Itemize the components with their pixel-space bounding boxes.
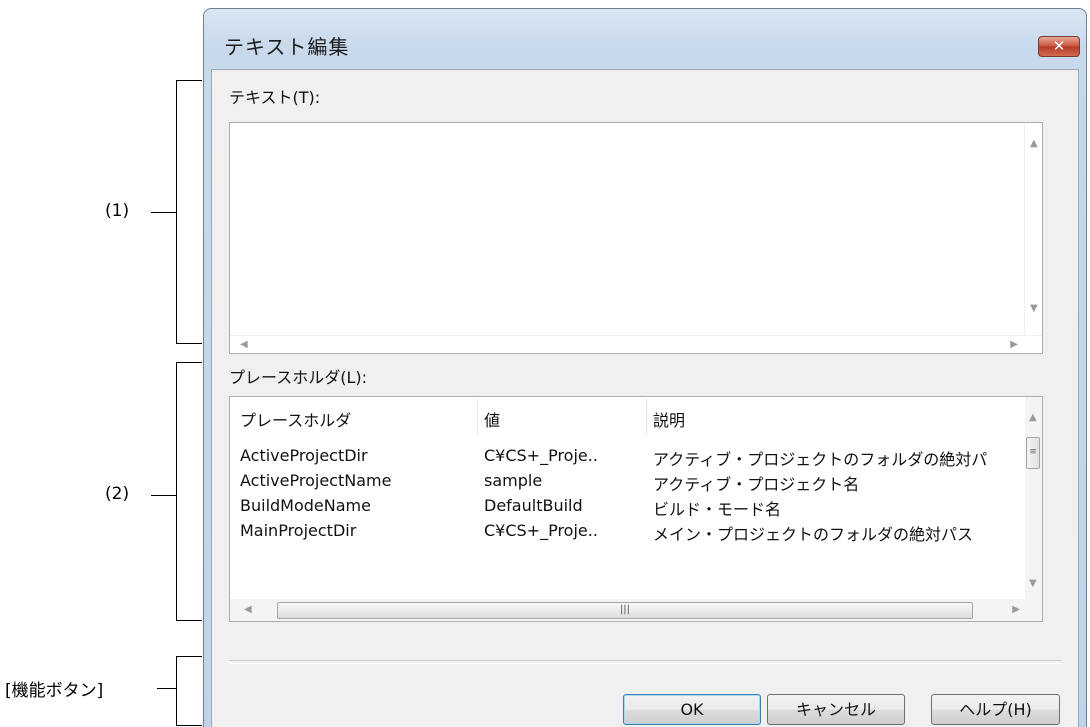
list-item[interactable]: MainProjectDir C¥CS+_Proje.. メイン・プロジェクトの… bbox=[230, 518, 1025, 544]
cell-description: メイン・プロジェクトのフォルダの絶対パス bbox=[653, 525, 974, 544]
cell-placeholder: BuildModeName bbox=[240, 496, 371, 515]
button-separator bbox=[229, 660, 1061, 664]
cell-value: C¥CS+_Proje.. bbox=[484, 446, 598, 465]
scroll-left-icon[interactable]: ◀ bbox=[244, 605, 252, 615]
ok-button[interactable]: OK bbox=[623, 694, 761, 725]
annotation-tick-3 bbox=[157, 688, 177, 689]
text-label: テキスト(T): bbox=[229, 88, 321, 107]
text-input[interactable]: ▲ ▼ ◀ ▶ bbox=[229, 122, 1043, 354]
text-horizontal-scrollbar[interactable]: ◀ ▶ bbox=[230, 335, 1042, 353]
annotation-bracket-1-bottom bbox=[176, 343, 202, 344]
cell-description: ビルド・モード名 bbox=[653, 500, 782, 519]
cell-description: アクティブ・プロジェクト名 bbox=[653, 475, 860, 494]
scroll-left-icon[interactable]: ◀ bbox=[240, 340, 248, 350]
dialog-title: テキスト編集 bbox=[224, 35, 350, 59]
cell-placeholder: ActiveProjectName bbox=[240, 471, 392, 490]
annotation-tick-2 bbox=[151, 495, 177, 496]
scroll-up-icon[interactable]: ▲ bbox=[1029, 413, 1037, 423]
close-button[interactable]: ✕ bbox=[1038, 36, 1080, 57]
help-button[interactable]: ヘルプ(H) bbox=[931, 694, 1060, 725]
list-item[interactable]: ActiveProjectName sample アクティブ・プロジェクト名 bbox=[230, 468, 1025, 494]
column-header-value[interactable]: 値 bbox=[484, 407, 500, 431]
column-divider[interactable] bbox=[646, 399, 647, 435]
scroll-down-icon[interactable]: ▼ bbox=[1030, 304, 1038, 314]
text-edit-dialog: テキスト編集 ✕ テキスト(T): ▲ ▼ ◀ ▶ プレースホルダ(L): プレ… bbox=[203, 8, 1087, 727]
scroll-up-icon[interactable]: ▲ bbox=[1030, 139, 1038, 149]
list-vertical-scrollbar[interactable]: ▲ ≡ ▼ bbox=[1025, 397, 1042, 599]
scroll-right-icon[interactable]: ▶ bbox=[1010, 340, 1018, 350]
scroll-down-icon[interactable]: ▼ bbox=[1029, 579, 1037, 589]
cell-value: DefaultBuild bbox=[484, 496, 583, 515]
close-icon: ✕ bbox=[1052, 37, 1066, 55]
cell-description: アクティブ・プロジェクトのフォルダの絶対パ bbox=[653, 450, 988, 469]
placeholder-list[interactable]: プレースホルダ 値 説明 ActiveProjectDir C¥CS+_Proj… bbox=[229, 396, 1043, 622]
column-header-placeholder[interactable]: プレースホルダ bbox=[240, 407, 351, 431]
list-item[interactable]: BuildModeName DefaultBuild ビルド・モード名 bbox=[230, 493, 1025, 519]
column-header-description[interactable]: 説明 bbox=[653, 407, 685, 431]
annotation-bracket-2-top bbox=[176, 362, 202, 363]
annotation-bracket-2 bbox=[176, 362, 177, 621]
column-divider[interactable] bbox=[477, 399, 478, 435]
horizontal-scroll-thumb[interactable]: ||| bbox=[277, 602, 973, 619]
cell-value: sample bbox=[484, 471, 543, 490]
annotation-bracket-1 bbox=[176, 80, 177, 344]
annotation-label-2: (2) bbox=[105, 484, 130, 504]
annotation-bracket-3 bbox=[176, 656, 177, 726]
annotation-bracket-2-bottom bbox=[176, 620, 202, 621]
cell-placeholder: MainProjectDir bbox=[240, 521, 357, 540]
annotation-bracket-3-bottom bbox=[176, 725, 202, 726]
annotation-tick-1 bbox=[151, 212, 177, 213]
cell-placeholder: ActiveProjectDir bbox=[240, 446, 368, 465]
dialog-client-area: テキスト(T): ▲ ▼ ◀ ▶ プレースホルダ(L): プレースホルダ 値 説… bbox=[211, 69, 1079, 727]
annotation-bracket-1-top bbox=[176, 80, 202, 81]
annotation-label-3: [機能ボタン] bbox=[5, 681, 104, 701]
list-horizontal-scrollbar[interactable]: ◀ ||| ▶ bbox=[230, 599, 1042, 621]
text-vertical-scrollbar[interactable]: ▲ ▼ bbox=[1024, 123, 1042, 336]
cell-value: C¥CS+_Proje.. bbox=[484, 521, 598, 540]
placeholder-label: プレースホルダ(L): bbox=[229, 368, 367, 387]
list-header: プレースホルダ 値 説明 bbox=[230, 397, 1025, 437]
scroll-right-icon[interactable]: ▶ bbox=[1012, 605, 1020, 615]
annotation-bracket-3-top bbox=[176, 656, 202, 657]
list-item[interactable]: ActiveProjectDir C¥CS+_Proje.. アクティブ・プロジ… bbox=[230, 443, 1025, 469]
vertical-scroll-thumb[interactable]: ≡ bbox=[1026, 437, 1040, 469]
cancel-button[interactable]: キャンセル bbox=[767, 694, 905, 725]
annotation-label-1: (1) bbox=[105, 201, 130, 221]
